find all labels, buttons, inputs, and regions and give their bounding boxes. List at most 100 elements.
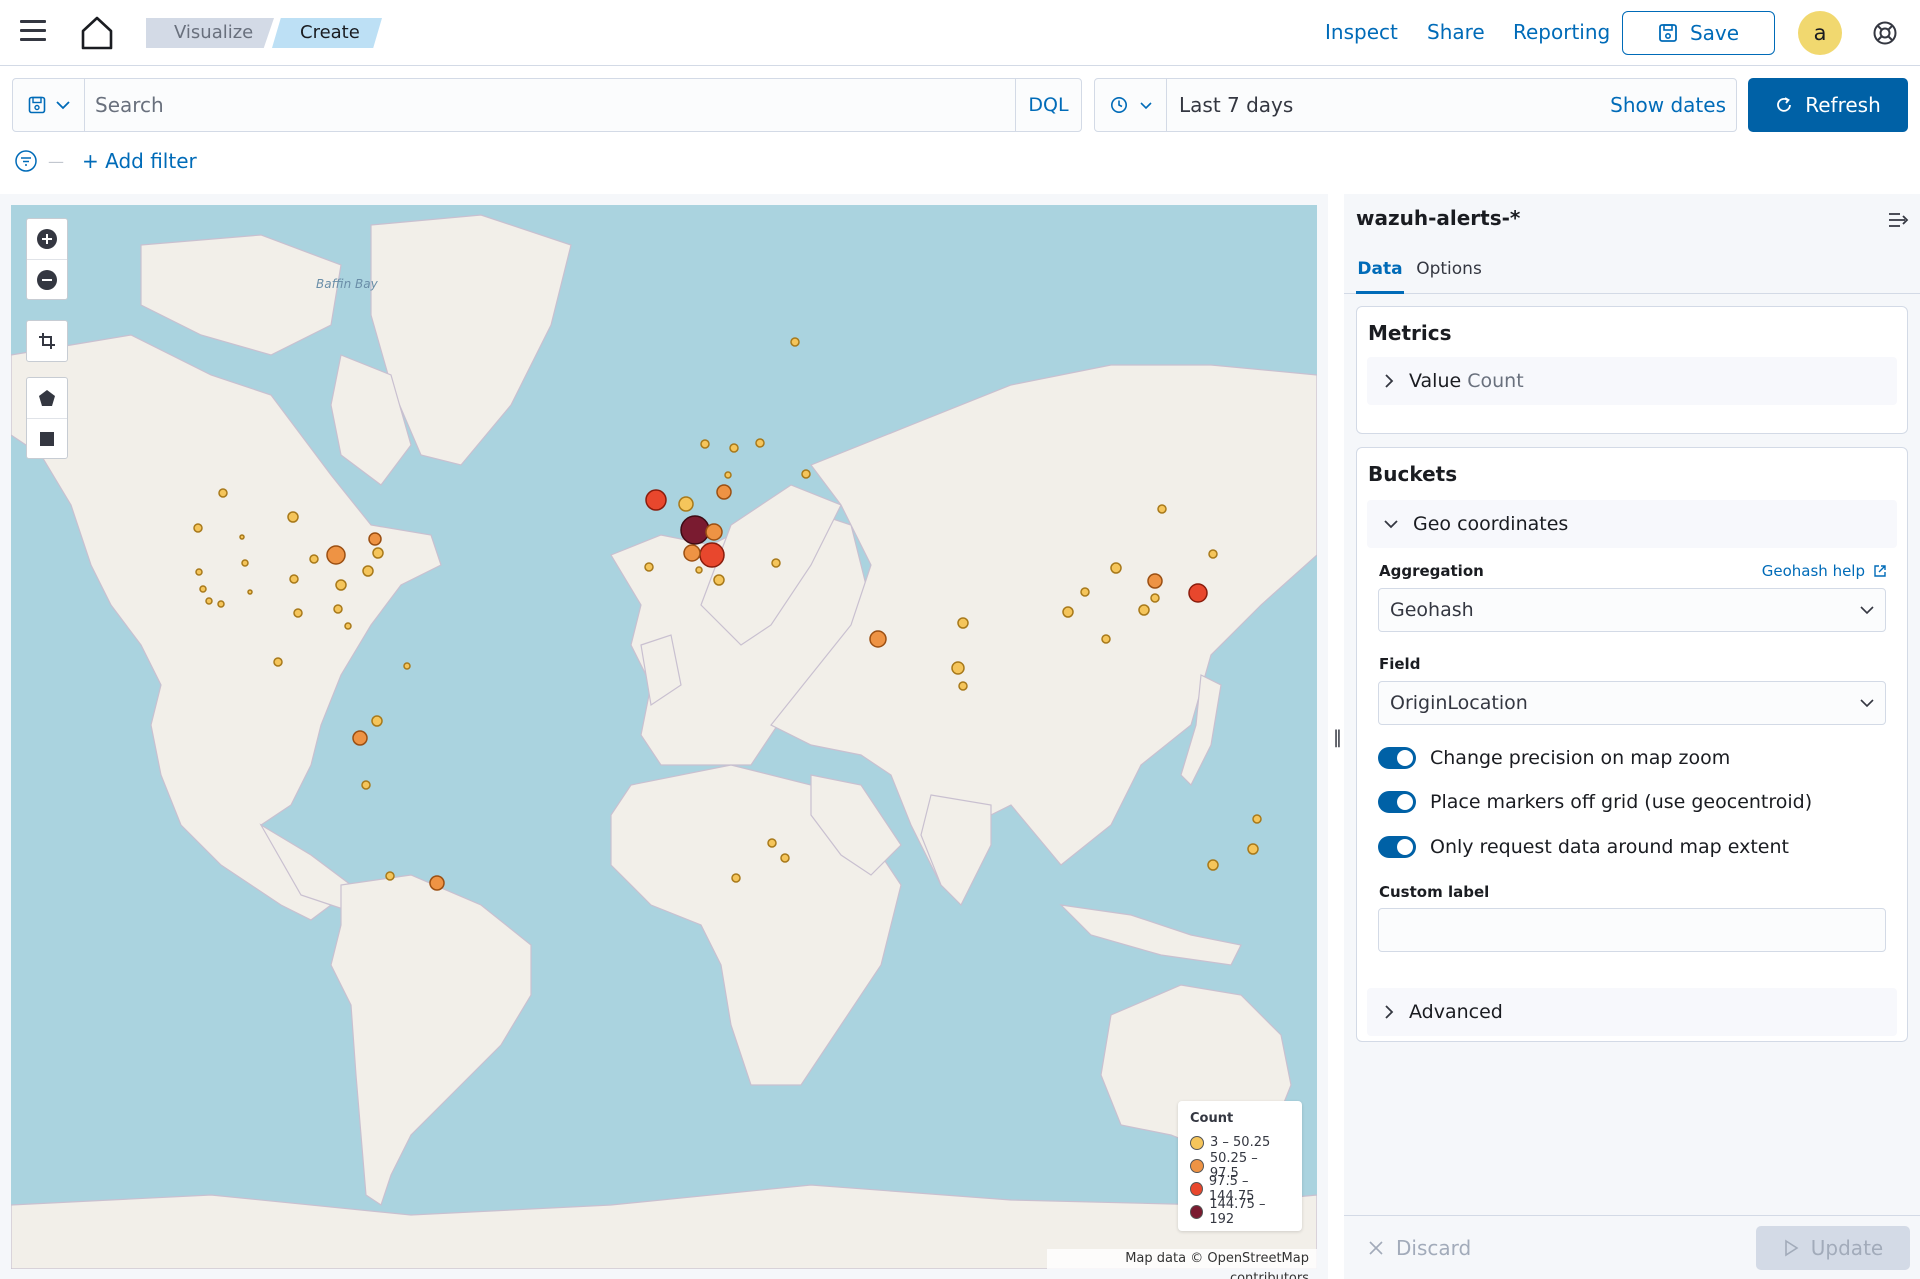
toggle-switch[interactable] xyxy=(1378,747,1416,769)
polygon-icon xyxy=(39,390,55,406)
fit-data-bounds-button[interactable] xyxy=(27,321,67,361)
marker xyxy=(716,484,732,500)
marker xyxy=(869,630,887,648)
query-language-button[interactable]: DQL xyxy=(1015,79,1081,131)
collapse-sidebar-icon[interactable] xyxy=(1886,208,1910,232)
reporting-link[interactable]: Reporting xyxy=(1513,20,1610,44)
time-picker: Last 7 days Show dates xyxy=(1094,78,1737,132)
marker xyxy=(755,438,765,448)
marker xyxy=(695,566,703,574)
show-dates-link[interactable]: Show dates xyxy=(1610,93,1726,117)
saved-query-icon xyxy=(28,96,45,114)
marker xyxy=(239,534,245,540)
buckets-title: Buckets xyxy=(1368,462,1458,486)
toggle-map-extent[interactable]: Only request data around map extent xyxy=(1378,833,1789,861)
metric-label: Value xyxy=(1409,370,1462,392)
save-label: Save xyxy=(1689,21,1740,45)
filter-row: — + Add filter xyxy=(14,148,197,174)
toggle-label: Place markers off grid (use geocentroid) xyxy=(1430,791,1813,813)
marker xyxy=(333,604,343,614)
aggregation-select[interactable]: Geohash xyxy=(1378,588,1886,632)
marker xyxy=(705,523,723,541)
marker xyxy=(287,511,299,523)
bucket-geo-coordinates[interactable]: Geo coordinates xyxy=(1367,500,1897,548)
crop-icon xyxy=(39,333,55,349)
toggle-switch[interactable] xyxy=(1378,791,1416,813)
breadcrumb-create: Create xyxy=(272,18,382,48)
marker xyxy=(1188,583,1208,603)
indian-subcontinent-landmass xyxy=(920,794,992,907)
toggle-precision-zoom[interactable]: Change precision on map zoom xyxy=(1378,744,1730,772)
saved-query-button[interactable] xyxy=(13,79,85,131)
marker xyxy=(1157,504,1167,514)
metrics-panel: Metrics Value Count xyxy=(1356,306,1908,434)
update-button[interactable]: Update xyxy=(1756,1226,1910,1270)
south-america-landmass xyxy=(330,874,532,1206)
zoom-out-button[interactable] xyxy=(27,259,67,299)
marker xyxy=(199,585,207,593)
update-label: Update xyxy=(1810,1236,1884,1260)
tab-data[interactable]: Data xyxy=(1356,259,1404,294)
marker xyxy=(335,579,347,591)
aggregation-label: Aggregation xyxy=(1379,562,1484,580)
breadcrumb-visualize[interactable]: Visualize xyxy=(146,18,274,48)
user-avatar[interactable]: a xyxy=(1798,11,1842,55)
marker xyxy=(1062,606,1074,618)
home-icon[interactable] xyxy=(78,14,116,52)
advanced-toggle[interactable]: Advanced xyxy=(1367,988,1897,1036)
inspect-link[interactable]: Inspect xyxy=(1325,20,1398,44)
legend-item: 144.75 – 192 xyxy=(1190,1197,1290,1227)
tab-options[interactable]: Options xyxy=(1414,259,1484,294)
world-map[interactable]: Baffin Bay xyxy=(11,205,1317,1269)
indonesia-landmass xyxy=(1059,904,1242,966)
map-canvas[interactable]: Baffin Bay xyxy=(11,205,1317,1269)
marker xyxy=(700,439,710,449)
marker xyxy=(767,838,777,848)
marker xyxy=(1208,549,1218,559)
toggle-switch[interactable] xyxy=(1378,836,1416,858)
custom-label-input[interactable] xyxy=(1378,908,1886,952)
map-attribution[interactable]: Map data © OpenStreetMap contributors xyxy=(1047,1249,1317,1279)
marker xyxy=(309,554,319,564)
chevron-right-icon xyxy=(1385,1005,1394,1019)
index-pattern-title: wazuh-alerts-* xyxy=(1356,206,1521,230)
filter-divider: — xyxy=(48,151,64,171)
toggle-label: Change precision on map zoom xyxy=(1430,747,1731,769)
geohash-help-link[interactable]: Geohash help xyxy=(1762,562,1887,580)
toggle-geocentroid[interactable]: Place markers off grid (use geocentroid) xyxy=(1378,788,1812,816)
sea-label-baffin-bay: Baffin Bay xyxy=(316,277,379,291)
field-select[interactable]: OriginLocation xyxy=(1378,681,1886,725)
marker xyxy=(678,496,694,512)
marker xyxy=(801,469,811,479)
draw-polygon-button[interactable] xyxy=(27,378,67,418)
time-range-label[interactable]: Last 7 days xyxy=(1179,93,1293,117)
discard-label: Discard xyxy=(1396,1236,1472,1260)
rectangle-icon xyxy=(40,431,54,446)
marker xyxy=(273,657,283,667)
quick-menu-button[interactable] xyxy=(1095,79,1167,131)
marker xyxy=(713,574,725,586)
discard-button[interactable]: Discard xyxy=(1368,1236,1471,1260)
legend-label: 144.75 – 192 xyxy=(1209,1196,1266,1227)
marker xyxy=(1138,604,1150,616)
marker xyxy=(1147,573,1163,589)
custom-label-label: Custom label xyxy=(1379,883,1490,901)
metric-value-count[interactable]: Value Count xyxy=(1367,357,1897,405)
marker xyxy=(352,730,368,746)
marker xyxy=(241,559,249,567)
marker xyxy=(289,574,299,584)
panel-resize-handle[interactable]: ‖ xyxy=(1333,727,1342,748)
help-icon[interactable] xyxy=(1872,20,1898,46)
zoom-in-button[interactable] xyxy=(27,219,67,259)
menu-icon[interactable] xyxy=(20,20,46,44)
filter-icon[interactable] xyxy=(14,149,38,173)
external-link-icon xyxy=(1874,565,1886,577)
refresh-icon xyxy=(1777,97,1792,112)
refresh-button[interactable]: Refresh xyxy=(1748,78,1908,132)
legend-label: 3 – 50.25 xyxy=(1210,1135,1271,1150)
add-filter-button[interactable]: + Add filter xyxy=(82,149,197,173)
draw-rectangle-button[interactable] xyxy=(27,418,67,458)
search-input[interactable]: Search xyxy=(95,93,164,117)
share-link[interactable]: Share xyxy=(1427,20,1485,44)
save-button[interactable]: Save xyxy=(1622,11,1775,55)
